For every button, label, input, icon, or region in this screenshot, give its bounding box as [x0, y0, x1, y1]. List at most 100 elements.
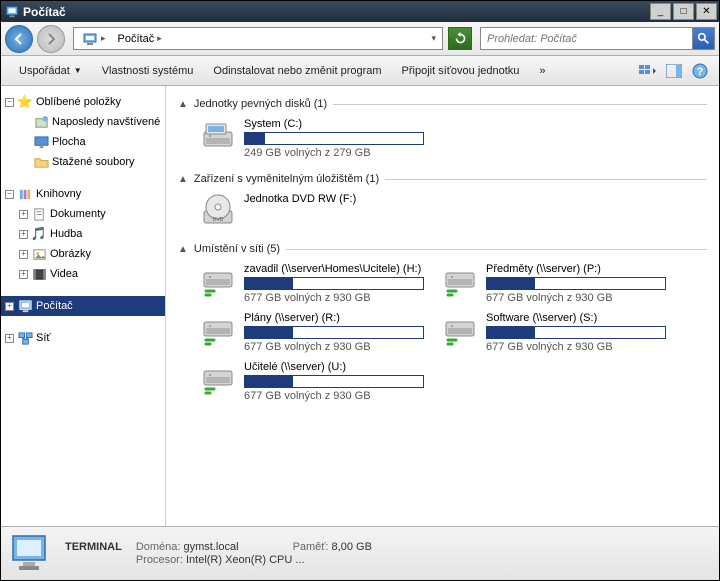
drive-item[interactable]: Plány (\\server) (R:) 677 GB volných z 93… [200, 312, 430, 353]
computer-icon [5, 5, 19, 19]
tree-music[interactable]: + 🎵 Hudba [1, 224, 165, 244]
status-computer-name: TERMINAL [65, 541, 122, 553]
drive-icon: DVD [200, 193, 236, 229]
map-drive-button[interactable]: Připojit síťovou jednotku [392, 61, 530, 81]
content-pane: ▲ Jednotky pevných disků (1) System (C:)… [166, 86, 719, 526]
chevron-down-icon[interactable]: ▾ [431, 33, 440, 44]
search-button[interactable] [692, 28, 714, 49]
network-icon [17, 330, 33, 346]
drive-name: Předměty (\\server) (P:) [486, 263, 672, 275]
section-hdd[interactable]: ▲ Jednotky pevných disků (1) [178, 98, 707, 110]
drive-item[interactable]: DVD Jednotka DVD RW (F:) [200, 193, 430, 229]
drive-name: Software (\\server) (S:) [486, 312, 672, 324]
pictures-icon [31, 246, 47, 262]
expand-icon[interactable]: + [5, 302, 14, 311]
drive-free-text: 677 GB volných z 930 GB [244, 292, 430, 304]
chevron-down-icon: ▲ [178, 174, 188, 185]
preview-pane-button[interactable] [663, 60, 685, 82]
music-icon: 🎵 [31, 226, 47, 242]
drive-usage-bar [244, 132, 424, 145]
tree-network[interactable]: + Síť [1, 328, 165, 348]
minimize-button[interactable]: _ [650, 3, 671, 20]
window-title: Počítač [23, 5, 650, 19]
svg-text:DVD: DVD [213, 217, 224, 223]
chevron-down-icon: ▲ [178, 244, 188, 255]
chevron-right-icon: ▸ [101, 33, 106, 44]
organize-button[interactable]: Uspořádat ▼ [9, 61, 92, 81]
drive-usage-bar [244, 375, 424, 388]
drive-item[interactable]: zavadil (\\server\Homes\Ucitele) (H:)677… [200, 263, 430, 304]
computer-large-icon [9, 532, 53, 576]
drive-icon [200, 263, 236, 299]
tree-documents[interactable]: + Dokumenty [1, 204, 165, 224]
drive-icon [442, 312, 478, 348]
drive-icon [200, 361, 236, 397]
forward-button[interactable] [37, 25, 65, 53]
expand-icon[interactable]: + [19, 230, 28, 239]
help-button[interactable]: ? [689, 60, 711, 82]
nav-tree: − ⭐ Oblíbené položky Naposledy navštíven… [1, 86, 166, 526]
view-options-button[interactable] [637, 60, 659, 82]
system-properties-button[interactable]: Vlastnosti systému [92, 61, 204, 81]
drive-free-text: 677 GB volných z 930 GB [486, 292, 672, 304]
uninstall-button[interactable]: Odinstalovat nebo změnit program [203, 61, 391, 81]
documents-icon [31, 206, 47, 222]
section-removable[interactable]: ▲ Zařízení s vyměnitelným úložištěm (1) [178, 173, 707, 185]
drive-name: Plány (\\server) (R:) [244, 312, 430, 324]
drive-usage-bar [244, 326, 424, 339]
titlebar: Počítač _ □ ✕ [1, 1, 719, 22]
drive-item[interactable]: Předměty (\\server) (P:) 677 GB volných z… [442, 263, 672, 304]
expand-icon[interactable]: + [5, 334, 14, 343]
drive-name: Učitelé (\\server) (U:) [244, 361, 430, 373]
expand-icon[interactable]: + [19, 270, 28, 279]
tree-desktop[interactable]: Plocha [1, 132, 165, 152]
star-icon: ⭐ [17, 94, 33, 110]
expand-icon[interactable]: + [19, 250, 28, 259]
explorer-window: Počítač _ □ ✕ ▸ Počítač ▸ ▾ [0, 0, 720, 581]
search-input[interactable] [481, 33, 692, 45]
drive-free-text: 677 GB volných z 930 GB [486, 341, 672, 353]
refresh-button[interactable] [448, 27, 472, 50]
breadcrumb-computer[interactable]: Počítač ▸ [112, 33, 168, 45]
drive-item[interactable]: Učitelé (\\server) (U:)677 GB volných z … [200, 361, 430, 402]
section-network[interactable]: ▲ Umístění v síti (5) [178, 243, 707, 255]
drive-name: System (C:) [244, 118, 430, 130]
drive-usage-bar [244, 277, 424, 290]
drive-icon [200, 118, 236, 154]
back-button[interactable] [5, 25, 33, 53]
status-bar: TERMINAL Doména: gymst.local Paměť: 8,00… [1, 526, 719, 580]
toolbar-overflow[interactable]: » [529, 61, 555, 81]
drive-item[interactable]: Software (\\server) (S:) 677 GB volných z… [442, 312, 672, 353]
close-button[interactable]: ✕ [696, 3, 717, 20]
drive-usage-bar [486, 277, 666, 290]
drive-icon [442, 263, 478, 299]
expand-icon[interactable]: + [19, 210, 28, 219]
address-bar[interactable]: ▸ Počítač ▸ ▾ [73, 27, 443, 50]
tree-pictures[interactable]: + Obrázky [1, 244, 165, 264]
chevron-down-icon: ▲ [178, 99, 188, 110]
desktop-icon [33, 134, 49, 150]
computer-icon [17, 298, 33, 314]
collapse-icon[interactable]: − [5, 98, 14, 107]
tree-libraries[interactable]: − Knihovny [1, 184, 165, 204]
drive-usage-bar [486, 326, 666, 339]
drive-item[interactable]: System (C:) 249 GB volných z 279 GB [200, 118, 430, 159]
tree-favorites[interactable]: − ⭐ Oblíbené položky [1, 92, 165, 112]
tree-computer[interactable]: + Počítač [1, 296, 165, 316]
svg-text:?: ? [697, 66, 704, 78]
tree-recent[interactable]: Naposledy navštívené [1, 112, 165, 132]
search-box[interactable] [480, 27, 715, 50]
drive-icon [200, 312, 236, 348]
chevron-right-icon: ▸ [157, 33, 162, 44]
tree-downloads[interactable]: Stažené soubory [1, 152, 165, 172]
videos-icon [31, 266, 47, 282]
drive-free-text: 249 GB volných z 279 GB [244, 147, 430, 159]
drive-free-text: 677 GB volných z 930 GB [244, 341, 430, 353]
tree-videos[interactable]: + Videa [1, 264, 165, 284]
folder-icon [33, 154, 49, 170]
drive-name: Jednotka DVD RW (F:) [244, 193, 430, 205]
maximize-button[interactable]: □ [673, 3, 694, 20]
nav-bar: ▸ Počítač ▸ ▾ [1, 22, 719, 56]
collapse-icon[interactable]: − [5, 190, 14, 199]
breadcrumb-root[interactable]: ▸ [76, 31, 112, 47]
